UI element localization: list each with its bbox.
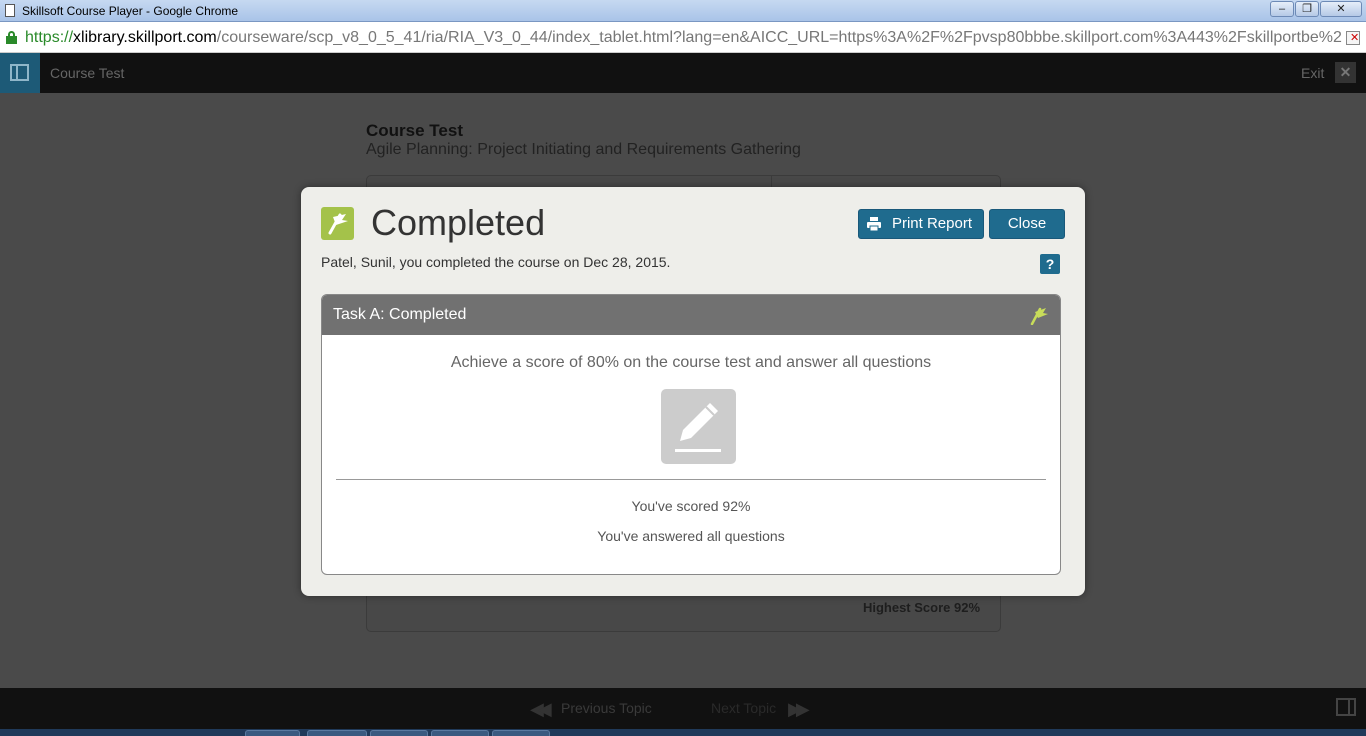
task-divider [336,479,1046,480]
url-path: /courseware/scp_v8_0_5_41/ria/RIA_V3_0_4… [216,29,1343,46]
highest-score: Highest Score 92% [862,600,980,615]
exit-label[interactable]: Exit [1301,65,1324,81]
document-icon [5,4,15,17]
taskbar-item[interactable] [370,730,428,736]
address-bar[interactable]: https://xlibrary.skillport.com/coursewar… [0,22,1366,53]
window-close-button[interactable]: ✕ [1320,1,1362,17]
url-scheme: https:// [25,29,74,46]
flag-icon [321,207,354,240]
completion-message: Patel, Sunil, you completed the course o… [321,254,671,270]
task-title: Task A: Completed [333,306,467,323]
task-header: Task A: Completed [322,295,1060,335]
header-title: Course Test [50,65,125,81]
completion-dialog: Completed Print Report Close Patel, Suni… [301,187,1085,596]
window-title: Skillsoft Course Player - Google Chrome [22,4,239,18]
score-text: You've scored 92% [631,498,751,514]
page-title: Course Test [366,121,463,140]
panel-toggle-icon[interactable] [1336,698,1356,716]
app-header: Course Test Exit ✕ [0,53,1366,93]
taskbar-item[interactable] [307,730,367,736]
task-requirement: Achieve a score of 80% on the course tes… [450,354,932,371]
taskbar-item[interactable] [431,730,489,736]
minimize-button[interactable]: – [1270,1,1294,17]
menu-toggle-button[interactable] [0,53,40,93]
print-report-button[interactable]: Print Report [858,209,984,239]
taskbar-item[interactable] [492,730,550,736]
dialog-title: Completed [371,202,546,243]
menu-toggle-icon [10,64,29,81]
maximize-button[interactable]: ❐ [1295,1,1319,17]
chevron-double-right-icon[interactable]: ▶▶ [788,699,810,720]
close-button[interactable]: Close [989,209,1065,239]
os-taskbar [0,729,1366,736]
lock-icon [6,31,17,44]
url-field[interactable]: https://xlibrary.skillport.com/coursewar… [25,29,1343,47]
taskbar-item[interactable] [245,730,300,736]
footer-nav: ◀◀ Previous Topic Next Topic ▶▶ [0,688,1366,729]
url-host: xlibrary.skillport.com [73,29,217,46]
next-topic-button[interactable]: Next Topic [711,700,776,716]
pencil-icon [661,389,736,464]
chevron-double-left-icon[interactable]: ◀◀ [530,699,552,720]
help-icon[interactable]: ? [1040,254,1060,274]
print-report-label: Print Report [891,215,973,232]
answered-text: You've answered all questions [597,528,785,544]
page-subtitle: Agile Planning: Project Initiating and R… [366,141,801,158]
browser-title-bar: Skillsoft Course Player - Google Chrome … [0,0,1366,22]
task-card: Task A: Completed Achieve a score of 80%… [321,294,1061,575]
previous-topic-button[interactable]: Previous Topic [561,700,652,716]
close-icon[interactable]: ✕ [1335,62,1356,83]
flag-icon [1030,307,1048,325]
page-status-icon[interactable] [1346,31,1360,45]
printer-icon [867,217,881,231]
